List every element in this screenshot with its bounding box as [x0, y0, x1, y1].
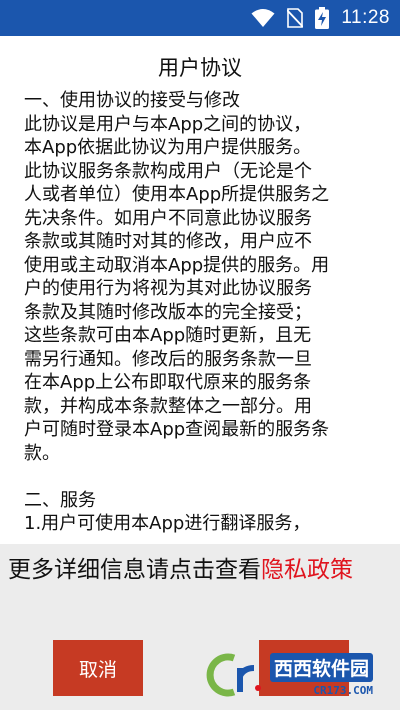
- privacy-policy-link[interactable]: 隐私政策: [261, 557, 353, 583]
- agreement-line: 人或者单位）使用本App所提供服务之: [24, 184, 330, 205]
- watermark: 西西软件园 CR173.COM: [200, 640, 400, 710]
- cr-logo-icon: [200, 648, 268, 702]
- no-sim-icon: [287, 8, 304, 28]
- agreement-line: 1.用户可使用本App进行翻译服务，: [24, 513, 311, 534]
- privacy-notice: 更多详细信息请点击查看隐私政策: [8, 554, 393, 586]
- agreement-line: 款，并构成本条款整体之一部分。用: [24, 395, 312, 417]
- cancel-button[interactable]: 取消: [53, 640, 143, 696]
- agreement-line: 在本App上公布即取代原来的服务条: [24, 372, 312, 393]
- agreement-line: 使用或主动取消本App提供的服务。用: [24, 254, 330, 276]
- agreement-line: 本App依据此协议为用户提供服务。: [24, 137, 312, 158]
- agreement-line: 需另行通知。修改后的服务条款一旦: [24, 348, 312, 370]
- privacy-notice-text: 更多详细信息请点击查看: [8, 557, 261, 583]
- status-icons: 11:28: [251, 0, 390, 36]
- agreement-scroll-area[interactable]: 用户协议 一、使用协议的接受与修改 此协议是用户与本App之间的协议， 本App依…: [0, 36, 400, 544]
- agreement-line: 款。: [24, 442, 60, 464]
- agreement-blank-line: [24, 465, 380, 489]
- battery-charging-icon: [315, 7, 330, 29]
- watermark-text: 西西软件园 CR173.COM: [270, 653, 374, 697]
- agreement-line: 先决条件。如用户不同意此协议服务: [24, 207, 312, 229]
- watermark-name: 西西软件园: [270, 653, 374, 682]
- agreement-line: 户可随时登录本App查阅最新的服务条: [24, 419, 330, 440]
- status-time: 11:28: [341, 7, 390, 28]
- agreement-text: 一、使用协议的接受与修改 此协议是用户与本App之间的协议， 本App依据此协议为…: [24, 89, 380, 536]
- wifi-icon: [251, 8, 275, 28]
- agreement-line: 户的使用行为将视为其对此协议服务: [24, 278, 312, 299]
- agreement-line: 二、服务: [24, 489, 96, 511]
- dialog-title: 用户协议: [158, 56, 242, 80]
- status-bar: 11:28: [0, 0, 400, 36]
- agreement-line: 条款及其随时修改版本的完全接受；: [24, 301, 312, 323]
- agreement-line: 一、使用协议的接受与修改: [24, 90, 240, 111]
- agreement-line: 此协议是用户与本App之间的协议，: [24, 113, 312, 135]
- watermark-url: CR173.COM: [313, 684, 374, 697]
- agreement-line: 这些条款可由本App随时更新，且无: [24, 325, 312, 346]
- agreement-line: 此协议服务条款构成用户（无论是个: [24, 160, 312, 182]
- agreement-line: 条款或其随时对其的修改，用户应不: [24, 231, 312, 252]
